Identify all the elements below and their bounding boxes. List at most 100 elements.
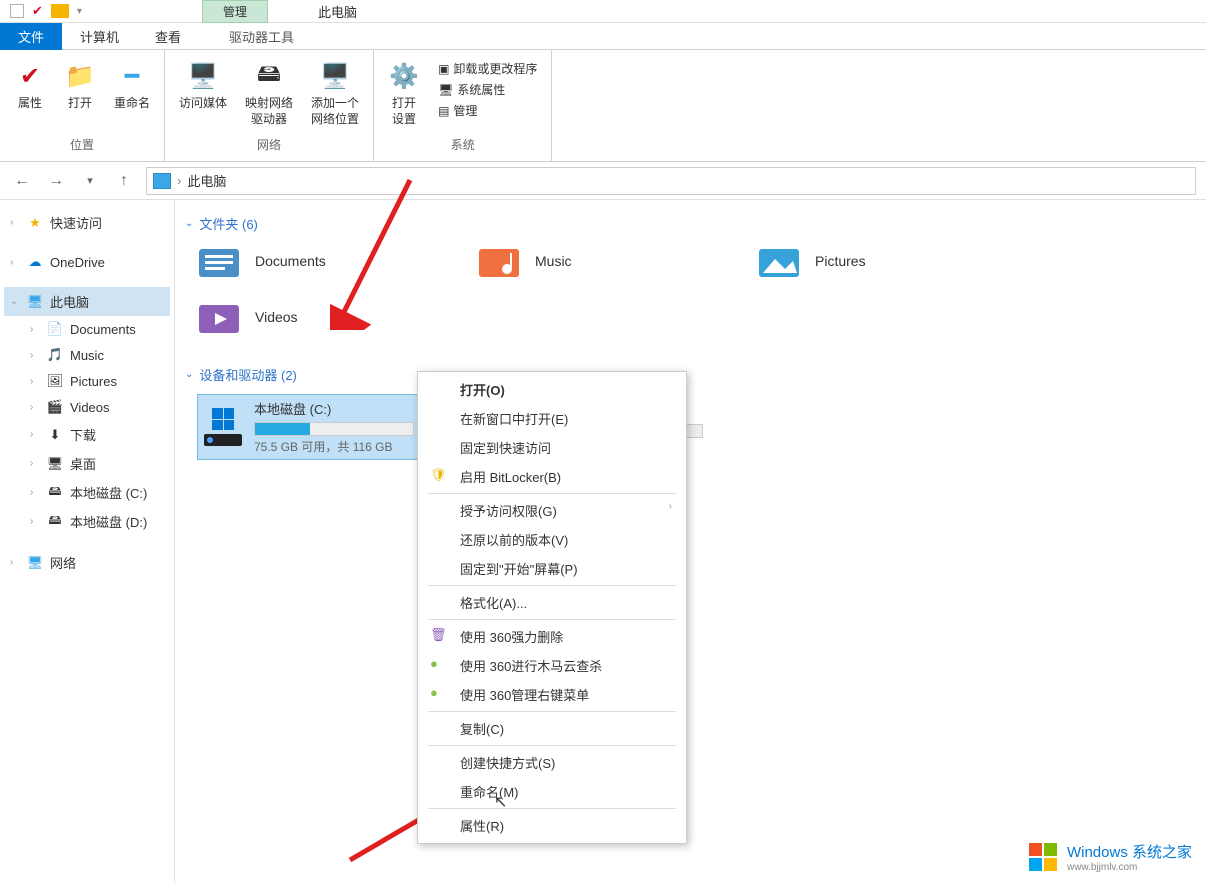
folder-grid: Documents Music Pictures Videos xyxy=(185,243,1196,335)
sidebar-drive-d[interactable]: ›🖴本地磁盘 (D:) xyxy=(4,507,170,536)
menu-restore[interactable]: 还原以前的版本(V) xyxy=(420,525,684,554)
menu-separator xyxy=(428,619,676,620)
forward-button[interactable]: → xyxy=(44,169,68,193)
folder-pictures[interactable]: Pictures xyxy=(757,243,977,279)
drive-icon: 🖴 xyxy=(253,60,285,92)
section-folders[interactable]: ⌄ 文件夹 (6) xyxy=(185,214,1196,233)
uninstall-link[interactable]: ▣卸载或更改程序 xyxy=(438,60,537,77)
chevron-down-icon[interactable]: ▾ xyxy=(77,6,82,17)
section-devices[interactable]: ⌄ 设备和驱动器 (2) xyxy=(185,365,1196,384)
ribbon-group-network: 🖥️ 访问媒体 🖴 映射网络 驱动器 🖥️ 添加一个 网络位置 网络 xyxy=(165,50,374,161)
menu-separator xyxy=(428,711,676,712)
tab-drive-tools[interactable]: 驱动器工具 xyxy=(211,23,312,50)
menu-pin-quick[interactable]: 固定到快速访问 xyxy=(420,433,684,462)
folder-music[interactable]: Music xyxy=(477,243,697,279)
ribbon: ✔ 属性 📁 打开 ━ 重命名 位置 🖥️ 访问媒体 🖴 映射网络 驱动器 xyxy=(0,50,1206,162)
menu-grant-access[interactable]: 授予访问权限(G)› xyxy=(420,496,684,525)
qat-icon[interactable] xyxy=(10,4,24,18)
chevron-right-icon: › xyxy=(30,516,40,527)
breadcrumb[interactable]: › 此电脑 xyxy=(146,167,1196,195)
add-location-button[interactable]: 🖥️ 添加一个 网络位置 xyxy=(307,56,363,134)
download-icon: ⬇ xyxy=(46,427,64,443)
folder-icon[interactable] xyxy=(51,4,69,18)
check-icon[interactable]: ✔ xyxy=(32,3,43,19)
monitor-icon: 🖥 xyxy=(438,83,453,97)
ribbon-group-system: ⚙️ 打开 设置 ▣卸载或更改程序 🖥系统属性 ▤管理 系统 xyxy=(374,50,552,161)
sidebar-downloads[interactable]: ›⬇下载 xyxy=(4,420,170,449)
history-dropdown[interactable]: ▾ xyxy=(78,169,102,193)
window-title: 此电脑 xyxy=(318,2,357,21)
tab-computer[interactable]: 计算机 xyxy=(62,23,137,50)
watermark-title: Windows 系统之家 xyxy=(1067,844,1192,861)
chevron-right-icon: › xyxy=(669,501,672,512)
sidebar-music[interactable]: ›🎵Music xyxy=(4,342,170,368)
quick-access-toolbar: ✔ ▾ xyxy=(0,3,82,19)
documents-icon: 📄 xyxy=(46,321,64,337)
drive-icon: 🖴 xyxy=(46,485,64,501)
sidebar-desktop[interactable]: ›🖥桌面 xyxy=(4,449,170,478)
chevron-down-icon: ⌄ xyxy=(10,296,20,307)
chevron-right-icon: › xyxy=(30,429,40,440)
videos-icon: 🎬 xyxy=(46,399,64,415)
ribbon-group-location: ✔ 属性 📁 打开 ━ 重命名 位置 xyxy=(0,50,165,161)
folder-videos[interactable]: Videos xyxy=(197,299,417,335)
sidebar-quick-access[interactable]: › ★ 快速访问 xyxy=(4,208,170,237)
menu-properties[interactable]: 属性(R) xyxy=(420,811,684,840)
nav-bar: ← → ▾ ↑ › 此电脑 xyxy=(0,162,1206,200)
delete-icon: 🗑 xyxy=(430,627,446,643)
menu-shortcut[interactable]: 创建快捷方式(S) xyxy=(420,748,684,777)
map-drive-button[interactable]: 🖴 映射网络 驱动器 xyxy=(241,56,297,134)
shield-icon: 🛡 xyxy=(430,467,446,483)
sidebar-network[interactable]: › 🖥 网络 xyxy=(4,548,170,577)
pc-icon: 🖥 xyxy=(26,294,44,310)
back-button[interactable]: ← xyxy=(10,169,34,193)
pictures-icon xyxy=(757,243,801,279)
manage-link[interactable]: ▤管理 xyxy=(438,102,537,119)
menu-360-scan[interactable]: ●使用 360进行木马云查杀 xyxy=(420,651,684,680)
breadcrumb-this-pc[interactable]: 此电脑 xyxy=(187,171,226,190)
sidebar-this-pc[interactable]: ⌄ 🖥 此电脑 xyxy=(4,287,170,316)
desktop-icon: 🖥 xyxy=(46,456,64,472)
manage-tab[interactable]: 管理 xyxy=(202,0,268,23)
up-button[interactable]: ↑ xyxy=(112,169,136,193)
menu-format[interactable]: 格式化(A)... xyxy=(420,588,684,617)
sidebar-onedrive[interactable]: › ☁ OneDrive xyxy=(4,249,170,275)
properties-button[interactable]: ✔ 属性 xyxy=(10,56,50,134)
documents-icon xyxy=(197,243,241,279)
menu-pin-start[interactable]: 固定到"开始"屏幕(P) xyxy=(420,554,684,583)
menu-separator xyxy=(428,745,676,746)
star-icon: ★ xyxy=(26,215,44,231)
menu-bitlocker[interactable]: 🛡启用 BitLocker(B) xyxy=(420,462,684,491)
pictures-icon: 🖼 xyxy=(46,373,64,389)
cursor-icon: ↖ xyxy=(494,792,507,812)
sidebar: › ★ 快速访问 › ☁ OneDrive ⌄ 🖥 此电脑 ›📄Document… xyxy=(0,200,175,883)
rename-button[interactable]: ━ 重命名 xyxy=(110,56,154,134)
menu-copy[interactable]: 复制(C) xyxy=(420,714,684,743)
folder-documents[interactable]: Documents xyxy=(197,243,417,279)
sidebar-pictures[interactable]: ›🖼Pictures xyxy=(4,368,170,394)
tab-file[interactable]: 文件 xyxy=(0,23,62,50)
sidebar-videos[interactable]: ›🎬Videos xyxy=(4,394,170,420)
menu-360-delete[interactable]: 🗑使用 360强力删除 xyxy=(420,622,684,651)
menu-open-new[interactable]: 在新窗口中打开(E) xyxy=(420,404,684,433)
open-button[interactable]: 📁 打开 xyxy=(60,56,100,134)
media-icon: 🖥️ xyxy=(187,60,219,92)
rename-icon: ━ xyxy=(116,60,148,92)
watermark: Windows 系统之家 www.bjjmlv.com xyxy=(1025,839,1192,875)
open-settings-button[interactable]: ⚙️ 打开 设置 xyxy=(384,56,424,134)
access-media-button[interactable]: 🖥️ 访问媒体 xyxy=(175,56,231,134)
chevron-right-icon: › xyxy=(30,376,40,387)
sidebar-drive-c[interactable]: ›🖴本地磁盘 (C:) xyxy=(4,478,170,507)
menu-open[interactable]: 打开(O) xyxy=(420,375,684,404)
folder-icon: 📁 xyxy=(64,60,96,92)
menu-separator xyxy=(428,493,676,494)
main-pane: ⌄ 文件夹 (6) Documents Music Pictures Video… xyxy=(175,200,1206,883)
sidebar-documents[interactable]: ›📄Documents xyxy=(4,316,170,342)
chevron-right-icon: › xyxy=(30,402,40,413)
group-label-location: 位置 xyxy=(70,134,94,155)
menu-rename[interactable]: 重命名(M) xyxy=(420,777,684,806)
check-icon: ✔ xyxy=(14,60,46,92)
system-properties-link[interactable]: 🖥系统属性 xyxy=(438,81,537,98)
tab-view[interactable]: 查看 xyxy=(137,23,199,50)
menu-360-manage[interactable]: ●使用 360管理右键菜单 xyxy=(420,680,684,709)
